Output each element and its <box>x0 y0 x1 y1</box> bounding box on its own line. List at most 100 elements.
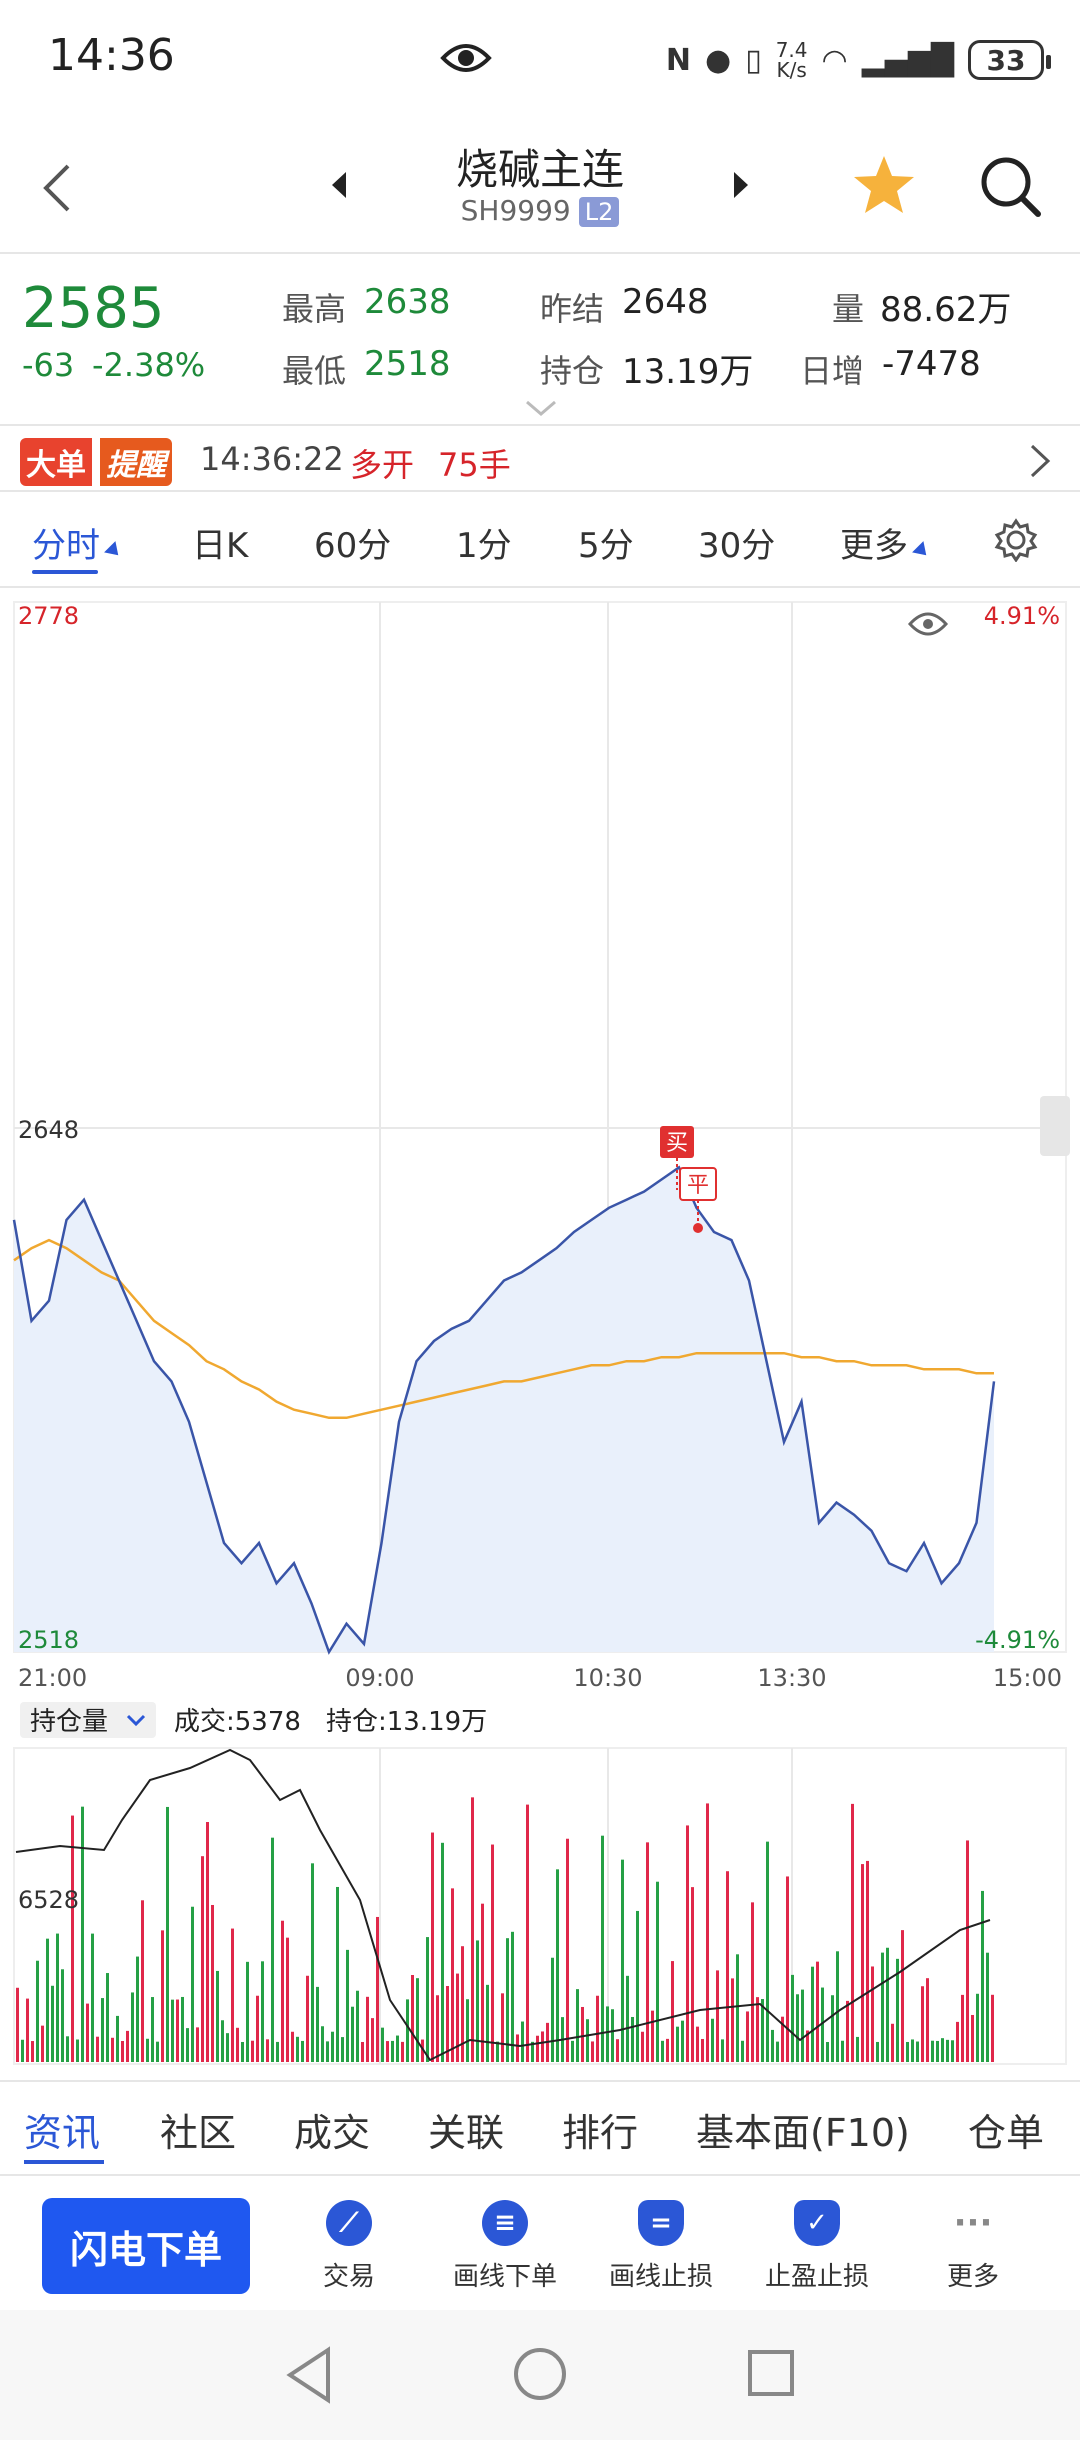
nav-news[interactable]: 资讯 <box>24 2102 104 2164</box>
volume-bar <box>331 2031 334 2062</box>
search-icon[interactable] <box>978 154 1044 220</box>
volume-bar <box>396 2035 399 2062</box>
nav-underline <box>24 2160 104 2164</box>
tab-more[interactable]: 更多 <box>840 518 932 567</box>
big-order-alert[interactable]: 大单 提醒 14:36:22 多开 75手 <box>0 428 1080 492</box>
close-marker-dot <box>693 1223 703 1233</box>
volume-bar <box>351 2006 354 2062</box>
chevron-right-icon[interactable] <box>1028 442 1052 480</box>
intraday-chart[interactable]: 买 平 2778 4.91% 2648 2518 -4.91% 21:00 09… <box>0 600 1080 2080</box>
volume-bar <box>91 1933 94 2062</box>
volume-bar <box>26 1998 29 2062</box>
volume-bar <box>666 2038 669 2062</box>
tab-60min[interactable]: 60分 <box>314 518 391 567</box>
remind-tag: 提醒 <box>100 438 172 486</box>
side-drawer-handle[interactable] <box>1040 1096 1070 1156</box>
tab-30min[interactable]: 30分 <box>698 518 775 567</box>
volume-bar <box>576 1989 579 2062</box>
volume-bar <box>321 2026 324 2062</box>
chart-eye-icon[interactable] <box>907 612 949 636</box>
volume-bar <box>556 1869 559 2062</box>
price-area-fill <box>14 1167 994 1652</box>
volume-bar <box>176 1999 179 2062</box>
volume-bar <box>791 1974 794 2062</box>
volume-bar <box>771 2029 774 2062</box>
nav-related[interactable]: 关联 <box>428 2102 504 2157</box>
system-nav-bar <box>0 2310 1080 2440</box>
volume-bar <box>741 2040 744 2062</box>
volume-bar <box>541 2031 544 2062</box>
wifi-icon: ◠ <box>821 42 848 78</box>
volume-bar <box>181 1996 184 2062</box>
x-tick-1: 21:00 <box>18 1664 87 1692</box>
buy-marker: 买 <box>666 1131 688 1156</box>
draw-stoploss-button[interactable]: = 画线止损 <box>586 2200 736 2293</box>
more-button[interactable]: ··· 更多 <box>898 2200 1048 2293</box>
volume-bar <box>611 2009 614 2062</box>
volume-bar <box>651 2010 654 2062</box>
volume-bar <box>951 2040 954 2062</box>
nav-recents-icon[interactable] <box>746 2348 796 2398</box>
high-value: 2638 <box>364 282 451 322</box>
volume-bar <box>796 1994 799 2062</box>
status-time: 14:36 <box>48 30 175 81</box>
volume-bar <box>221 2020 224 2062</box>
nav-home-icon[interactable] <box>512 2346 568 2402</box>
star-icon[interactable] <box>852 154 916 216</box>
volume-bar <box>881 1952 884 2062</box>
nav-warehouse-receipt[interactable]: 仓单 <box>968 2102 1044 2157</box>
volume-bar <box>111 2037 114 2062</box>
volume-bar <box>41 2025 44 2062</box>
oi-value: 13.19万 <box>622 352 754 392</box>
nav-ranking[interactable]: 排行 <box>562 2102 638 2157</box>
volume-bar <box>16 1987 19 2062</box>
volume-bar <box>966 1840 969 2062</box>
volume-bar <box>641 2031 644 2062</box>
nav-fundamentals[interactable]: 基本面(F10) <box>696 2102 910 2157</box>
volume-bar <box>826 2042 829 2062</box>
volume-bar <box>706 1803 709 2062</box>
next-contract-icon[interactable] <box>730 170 750 200</box>
tp-sl-button[interactable]: ✓ 止盈止损 <box>742 2200 892 2293</box>
last-price: 2585 <box>22 276 165 341</box>
volume-bar <box>501 1993 504 2062</box>
tab-1min[interactable]: 1分 <box>456 518 512 567</box>
volume-bar <box>86 2003 89 2062</box>
volume-bar <box>201 1856 204 2062</box>
price-change: -63 <box>22 346 75 384</box>
volume-value: 88.62万 <box>880 290 1012 330</box>
tab-daily[interactable]: 日K <box>192 518 248 567</box>
draw-order-button[interactable]: ≡ 画线下单 <box>430 2200 580 2293</box>
nav-back-icon[interactable] <box>284 2346 334 2404</box>
settings-gear-icon[interactable] <box>994 518 1038 562</box>
volume-bar <box>256 1995 259 2062</box>
expand-chevron-icon[interactable] <box>524 398 558 418</box>
volume-bar <box>336 1886 339 2062</box>
volume-bar <box>516 2034 519 2062</box>
volume-bar <box>441 1842 444 2062</box>
nav-trades[interactable]: 成交 <box>294 2102 370 2157</box>
flash-order-button[interactable]: 闪电下单 <box>42 2198 250 2294</box>
volume-bar <box>341 2037 344 2062</box>
volume-bar <box>801 1989 804 2062</box>
volume-bar <box>146 2038 149 2062</box>
volume-bar <box>196 2027 199 2062</box>
tab-dropdown-icon <box>912 541 932 561</box>
volume-bar <box>631 2016 634 2062</box>
volume-bar <box>491 1844 494 2062</box>
volume-bar <box>106 1973 109 2062</box>
tab-5min[interactable]: 5分 <box>578 518 634 567</box>
trade-button[interactable]: ⟋ 交易 <box>274 2200 424 2293</box>
volume-bar <box>51 1985 54 2062</box>
trade-icon: ⟋ <box>326 2200 372 2246</box>
nav-community[interactable]: 社区 <box>160 2102 236 2157</box>
shield-check-icon: ✓ <box>794 2200 840 2246</box>
x-tick-4: 13:30 <box>757 1664 826 1692</box>
tab-intraday[interactable]: 分时 <box>32 518 124 574</box>
volume-bar <box>276 2041 279 2062</box>
volume-bar <box>381 2027 384 2062</box>
volume-bar <box>686 1825 689 2062</box>
volume-bar <box>451 1888 454 2062</box>
volume-bar <box>36 1960 39 2062</box>
volume-bar <box>231 1928 234 2062</box>
